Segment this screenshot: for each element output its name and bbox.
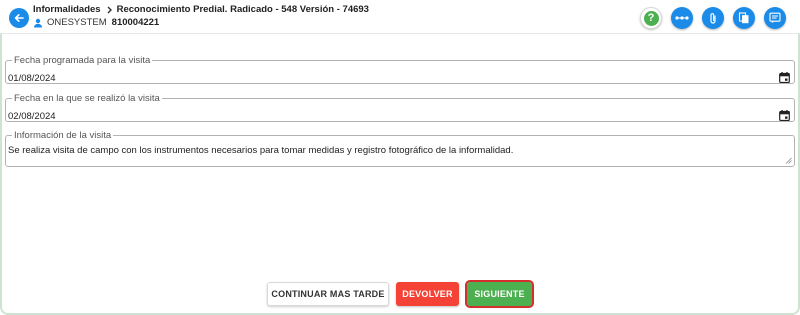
- scheduled-date-label: Fecha programada para la visita: [14, 55, 151, 66]
- attachments-button[interactable]: [702, 7, 724, 29]
- breadcrumb: Informalidades Reconocimiento Predial. R…: [33, 4, 369, 15]
- scheduled-date-value[interactable]: 01/08/2024: [8, 73, 56, 84]
- visit-info-textarea[interactable]: Se realiza visita de campo con los instr…: [8, 145, 513, 156]
- more-options-button[interactable]: [671, 7, 693, 29]
- person-icon: [34, 18, 42, 27]
- organization-info: ONESYSTEM 810004221: [33, 17, 159, 28]
- page-title: Reconocimiento Predial. Radicado - 548 V…: [116, 4, 369, 15]
- documents-button[interactable]: [733, 7, 755, 29]
- organization-name: ONESYSTEM: [47, 17, 107, 28]
- continue-later-button[interactable]: CONTINUAR MAS TARDE: [267, 282, 389, 306]
- performed-date-label: Fecha en la que se realizó la visita: [14, 93, 160, 104]
- calendar-icon[interactable]: [779, 110, 790, 121]
- resize-handle-icon[interactable]: [785, 157, 792, 164]
- breadcrumb-module: Informalidades: [33, 4, 101, 15]
- paperclip-icon: [710, 12, 716, 24]
- return-button[interactable]: DEVOLVER: [396, 282, 459, 306]
- notes-icon: [769, 12, 781, 23]
- help-button[interactable]: ?: [640, 7, 662, 29]
- chevron-right-icon: [106, 6, 113, 14]
- notes-button[interactable]: [764, 7, 786, 29]
- calendar-icon[interactable]: [779, 72, 790, 83]
- performed-date-value[interactable]: 02/08/2024: [8, 111, 56, 122]
- scheduled-date-field[interactable]: Fecha programada para la visita 01/08/20…: [5, 56, 795, 84]
- question-icon: ?: [643, 10, 659, 26]
- more-horizontal-icon: [675, 16, 689, 20]
- arrow-left-icon: [14, 14, 24, 22]
- visit-info-field[interactable]: Información de la visita Se realiza visi…: [5, 131, 795, 167]
- next-button[interactable]: SIGUIENTE: [465, 280, 534, 308]
- visit-info-label: Información de la visita: [14, 130, 112, 141]
- back-button[interactable]: [9, 8, 29, 28]
- organization-nit: 810004221: [111, 17, 160, 28]
- documents-icon: [738, 12, 749, 24]
- page-header: Informalidades Reconocimiento Predial. R…: [0, 0, 800, 34]
- performed-date-field[interactable]: Fecha en la que se realizó la visita 02/…: [5, 94, 795, 122]
